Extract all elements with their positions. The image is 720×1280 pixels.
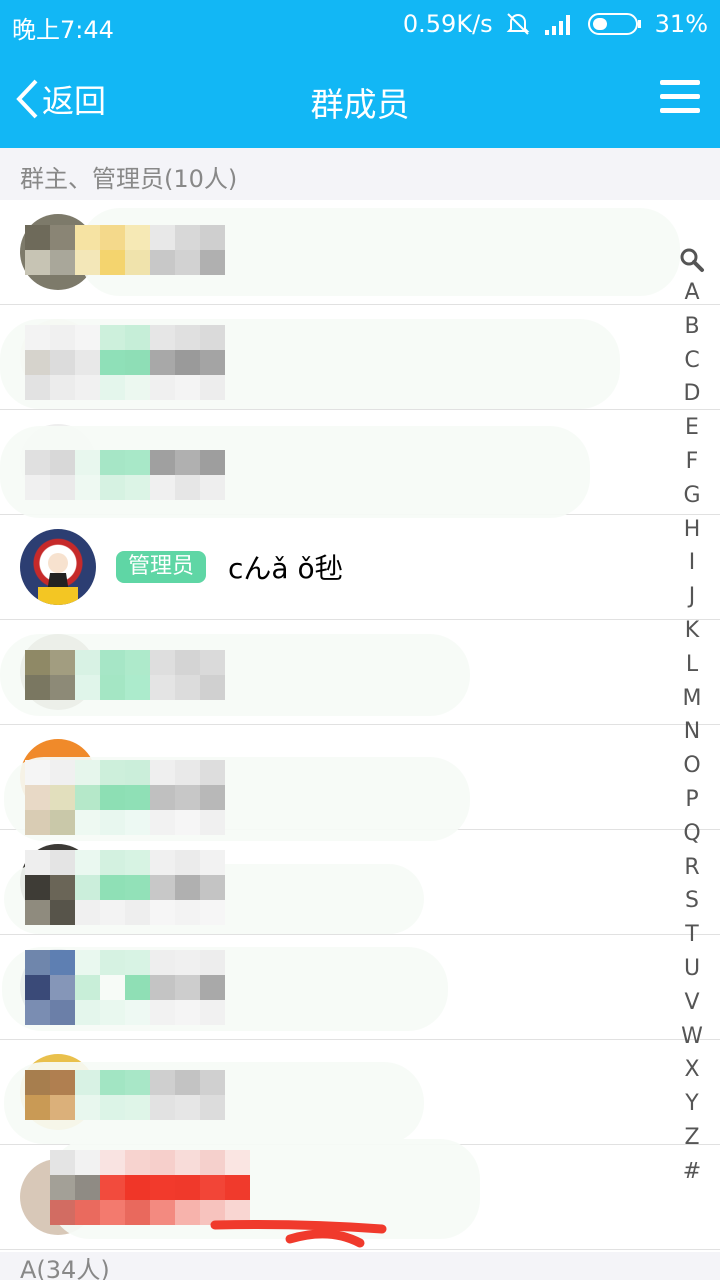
member-row[interactable] xyxy=(0,410,720,518)
battery-icon xyxy=(587,13,641,35)
page-title: 群成员 xyxy=(310,85,410,124)
menu-button[interactable] xyxy=(660,80,700,114)
nav-bar: 返回 群成员 xyxy=(0,50,720,148)
search-icon xyxy=(680,248,704,272)
index-letter-v[interactable]: V xyxy=(672,986,712,1020)
battery-percent: 31% xyxy=(654,10,708,38)
index-letter-hash[interactable]: # xyxy=(672,1155,712,1189)
status-bar: 晚上7:44 0.59K/s 31% xyxy=(0,0,720,50)
index-letter-k[interactable]: K xyxy=(672,614,712,648)
member-row[interactable] xyxy=(0,305,720,410)
index-letter-b[interactable]: B xyxy=(672,310,712,344)
name-mosaic xyxy=(25,950,225,1025)
mute-bell-icon xyxy=(506,13,530,35)
member-name: cんǎ ǒ毜 xyxy=(228,552,343,585)
member-row[interactable] xyxy=(0,1139,720,1250)
index-letter-l[interactable]: L xyxy=(672,648,712,682)
index-letter-z[interactable]: Z xyxy=(672,1121,712,1155)
menu-icon-line xyxy=(660,108,700,113)
index-letter-c[interactable]: C xyxy=(672,344,712,378)
name-mosaic xyxy=(25,225,225,275)
index-letter-w[interactable]: W xyxy=(672,1020,712,1054)
index-letter-h[interactable]: H xyxy=(672,513,712,547)
index-letter-d[interactable]: D xyxy=(672,377,712,411)
name-mosaic xyxy=(25,450,225,500)
avatar xyxy=(20,529,96,605)
index-letter-q[interactable]: Q xyxy=(672,817,712,851)
name-mosaic xyxy=(25,650,225,700)
index-letter-t[interactable]: T xyxy=(672,918,712,952)
network-speed: 0.59K/s xyxy=(402,10,493,38)
red-scribble xyxy=(210,1220,387,1248)
index-letter-g[interactable]: G xyxy=(672,479,712,513)
member-row[interactable] xyxy=(0,725,720,841)
index-letter-p[interactable]: P xyxy=(672,783,712,817)
index-letter-a[interactable]: A xyxy=(672,276,712,310)
name-mosaic xyxy=(25,850,225,925)
index-letter-r[interactable]: R xyxy=(672,851,712,885)
index-letter-x[interactable]: X xyxy=(672,1053,712,1087)
index-letter-f[interactable]: F xyxy=(672,445,712,479)
index-letter-n[interactable]: N xyxy=(672,715,712,749)
member-row[interactable] xyxy=(0,200,720,305)
member-row[interactable] xyxy=(0,1040,720,1145)
index-letter-m[interactable]: M xyxy=(672,682,712,716)
index-letter-y[interactable]: Y xyxy=(672,1087,712,1121)
index-letter-j[interactable]: J xyxy=(672,580,712,614)
index-search[interactable] xyxy=(672,244,712,276)
index-letter-e[interactable]: E xyxy=(672,411,712,445)
section-header-a: A(34人) xyxy=(0,1252,720,1280)
avatar-illustration xyxy=(38,553,78,605)
member-row[interactable] xyxy=(0,935,720,1040)
alphabet-index[interactable]: A B C D E F G H I J K L M N O P Q R S T U V W X Y Z # xyxy=(672,244,712,1189)
member-row[interactable] xyxy=(0,830,720,935)
status-icons: 0.59K/s 31% xyxy=(403,10,708,38)
member-row[interactable] xyxy=(0,620,720,725)
section-header-admins: 群主、管理员(10人) xyxy=(0,148,720,200)
menu-icon-line xyxy=(660,94,700,99)
signal-icon xyxy=(544,15,570,35)
index-letter-i[interactable]: I xyxy=(672,546,712,580)
name-mosaic xyxy=(25,1070,225,1120)
admin-badge: 管理员 xyxy=(116,551,207,583)
index-letter-u[interactable]: U xyxy=(672,952,712,986)
member-row[interactable]: 管理员 cんǎ ǒ毜 xyxy=(0,515,720,620)
status-time: 晚上7:44 xyxy=(12,16,114,44)
name-mosaic xyxy=(25,325,225,400)
name-mosaic xyxy=(25,760,225,835)
index-letter-o[interactable]: O xyxy=(672,749,712,783)
menu-icon-line xyxy=(660,80,700,85)
index-letter-s[interactable]: S xyxy=(672,884,712,918)
